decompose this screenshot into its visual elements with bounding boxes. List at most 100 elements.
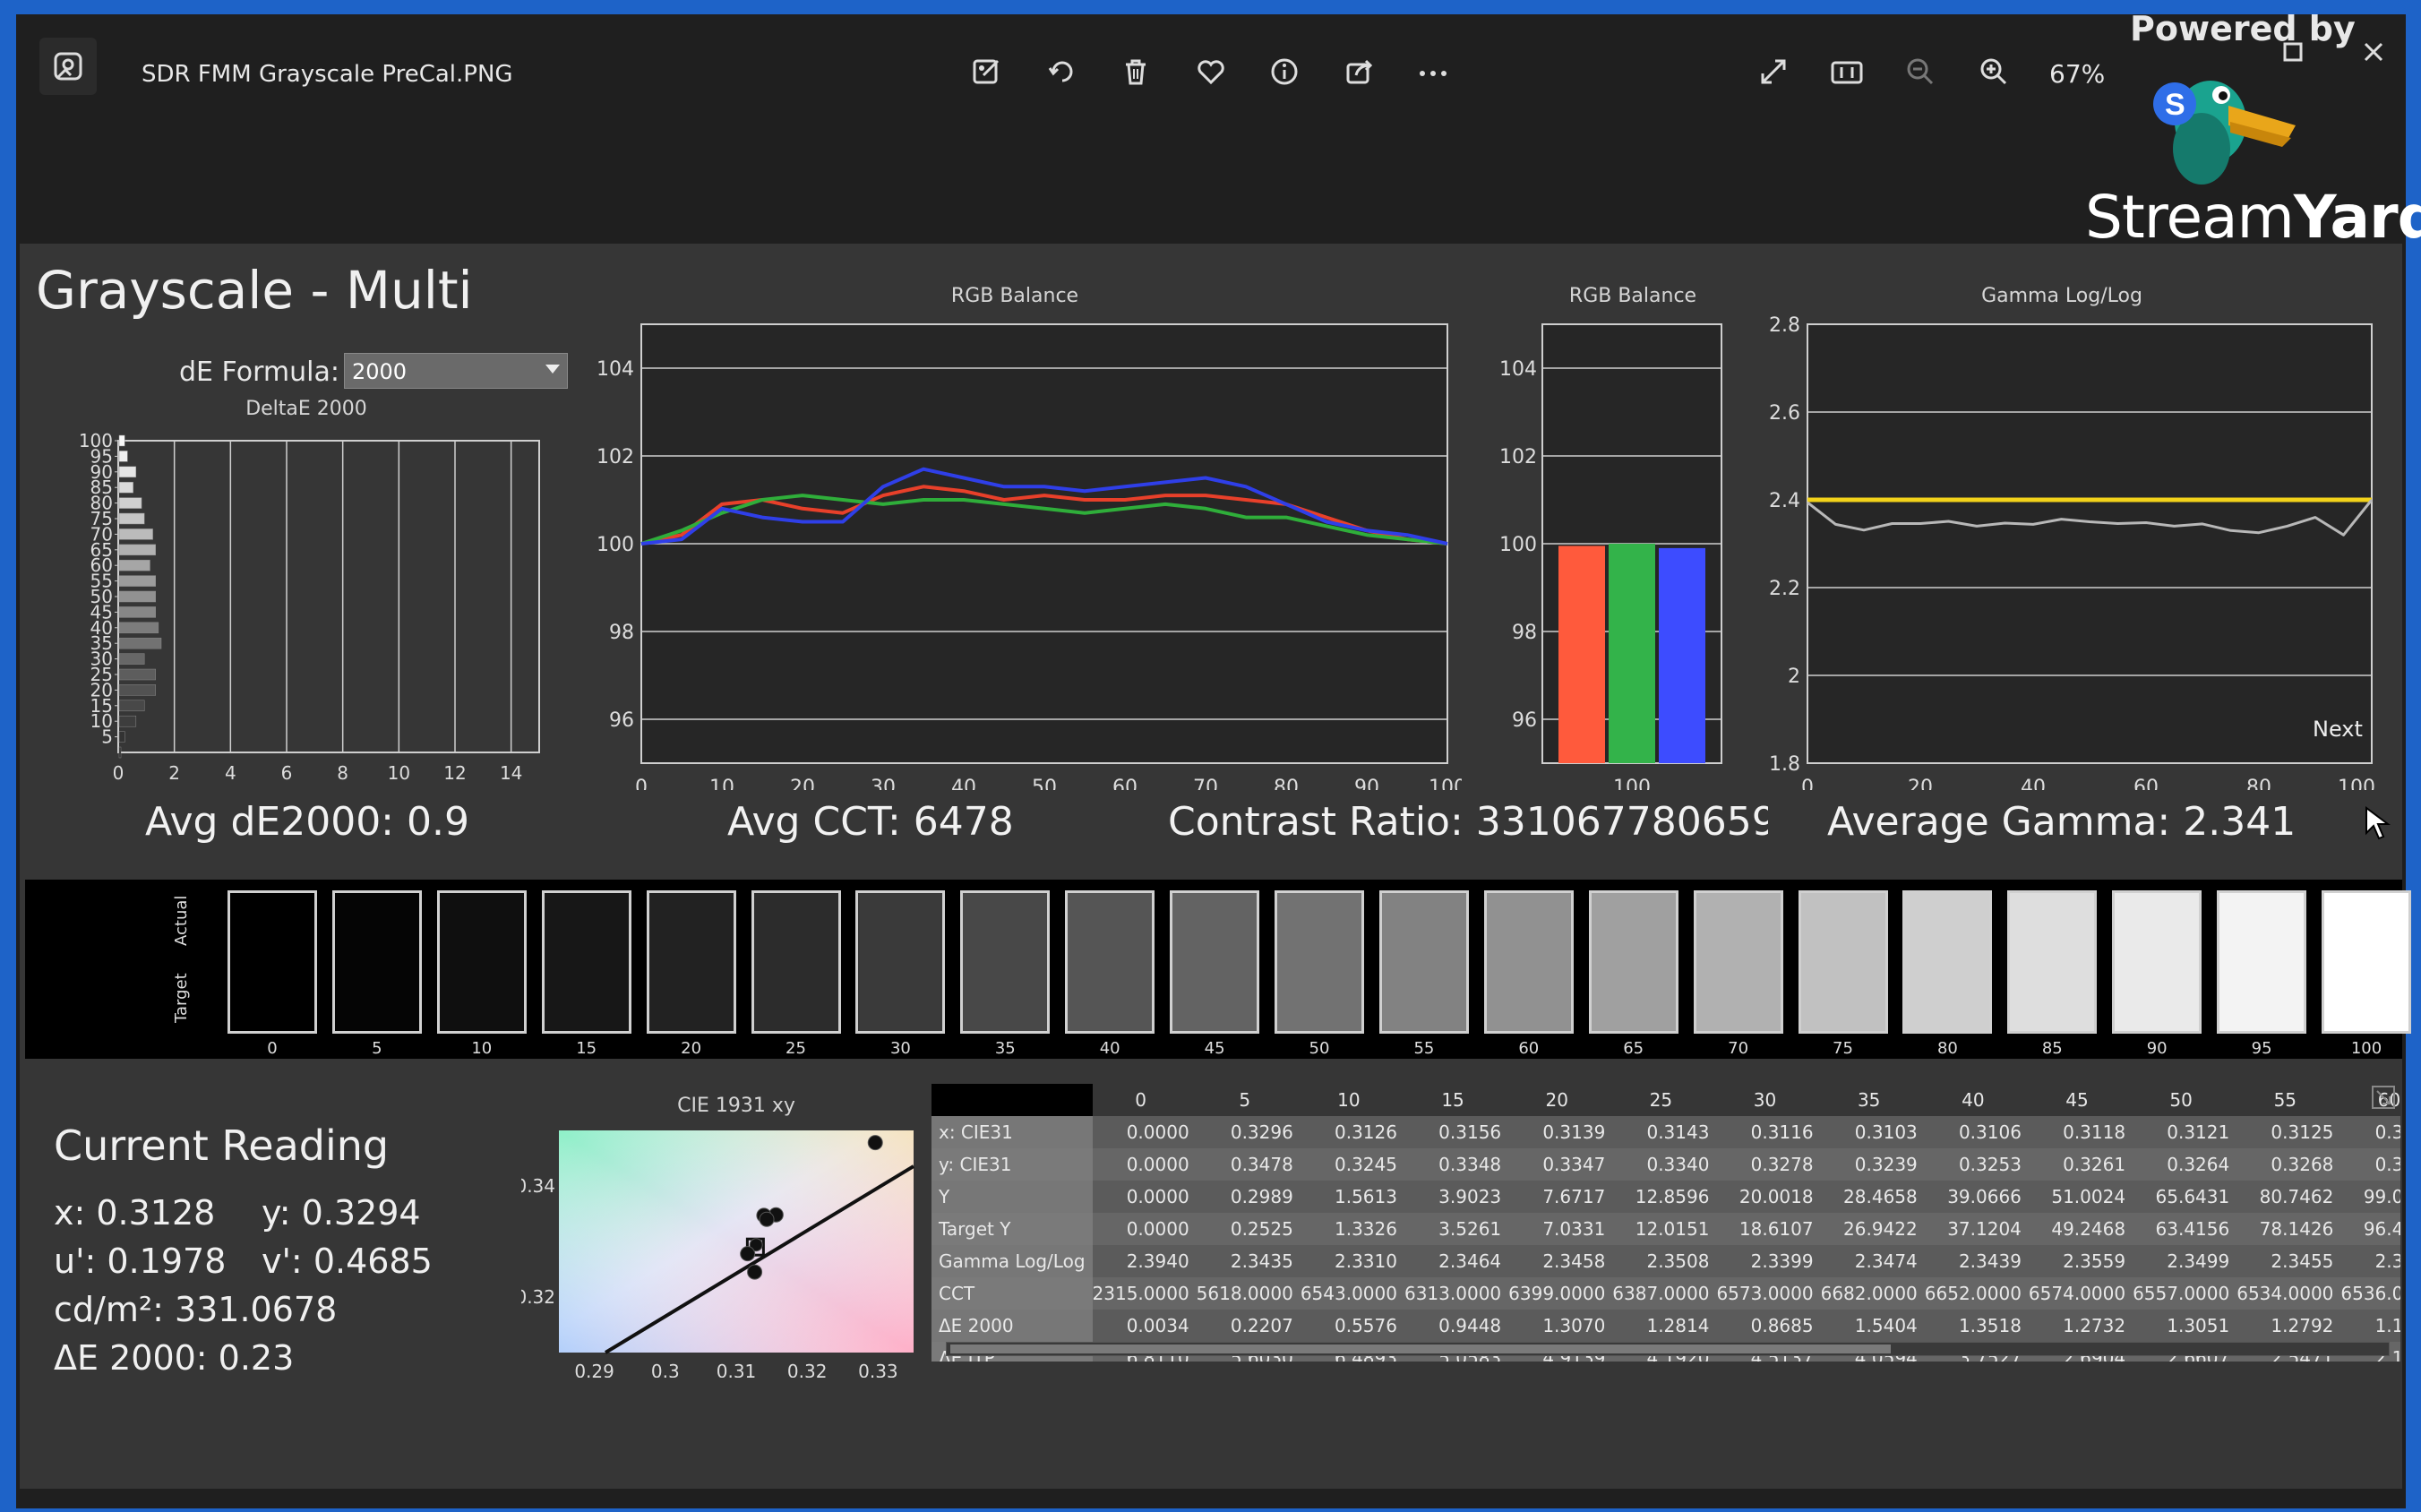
grayscale-swatch[interactable] (2112, 890, 2202, 1034)
grayscale-swatch[interactable] (2322, 890, 2411, 1034)
table-cell: 51.0024 (2028, 1181, 2133, 1213)
table-column-header[interactable]: 50 (2133, 1084, 2237, 1116)
resize-table-icon[interactable] (2370, 1084, 2397, 1111)
more-icon[interactable] (1413, 52, 1453, 91)
grayscale-swatch[interactable] (751, 890, 841, 1034)
table-column-header[interactable]: 5 (1196, 1084, 1301, 1116)
share-icon[interactable] (1340, 52, 1379, 91)
deltae-bar (118, 451, 128, 462)
table-row-label: Y (931, 1181, 1093, 1213)
grayscale-swatch[interactable] (1798, 890, 1888, 1034)
table-column-header[interactable]: 0 (1092, 1084, 1197, 1116)
table-column-header[interactable]: 20 (1508, 1084, 1613, 1116)
rgb-bar-y-tick: 102 (1499, 446, 1537, 468)
deltae-x-tick: 14 (500, 762, 522, 784)
table-cell: 0.2989 (1196, 1181, 1301, 1213)
table-row[interactable]: y: CIE31 0.0000 0.3478 0.3245 0.3348 0.3347 0.… (931, 1148, 2400, 1181)
scrollbar-thumb[interactable] (950, 1344, 1891, 1353)
grayscale-swatch[interactable] (1275, 890, 1364, 1034)
rgb-bar-y-tick: 98 (1512, 622, 1537, 644)
info-icon[interactable] (1265, 52, 1304, 91)
table-row-label: y: CIE31 (931, 1148, 1093, 1181)
avg-de-summary: Avg dE2000: 0.9 (145, 799, 469, 845)
table-column-header[interactable]: 15 (1404, 1084, 1509, 1116)
table-cell: 0.0000 (1092, 1116, 1197, 1148)
table-column-header[interactable]: 30 (1716, 1084, 1821, 1116)
delete-icon[interactable] (1116, 52, 1155, 91)
edit-icon[interactable] (967, 52, 1007, 91)
grayscale-swatch[interactable] (1378, 890, 1469, 1034)
table-cell: 2.3464 (1404, 1245, 1509, 1277)
rgb-y-tick: 100 (597, 534, 634, 556)
rgb-y-tick: 96 (609, 709, 634, 732)
table-cell: 0.2525 (1196, 1213, 1301, 1245)
table-row[interactable]: Y 0.0000 0.2989 1.5613 3.9023 7.6717 12.8596 20… (931, 1181, 2400, 1213)
grayscale-swatch[interactable] (541, 890, 631, 1034)
cie-chart-title: CIE 1931 xy (677, 1095, 795, 1117)
measurement-table: 05101520253035404550556065x: CIE310.0000… (931, 1084, 2400, 1362)
photos-app-icon[interactable] (39, 38, 97, 95)
grayscale-swatch[interactable] (228, 890, 317, 1034)
favorite-icon[interactable] (1191, 52, 1231, 91)
grayscale-swatch[interactable] (436, 890, 527, 1034)
gamma-x-tick: 40 (2021, 777, 2046, 790)
table-row[interactable]: x: CIE31 0.0000 0.3296 0.3126 0.3156 0.3139 0.… (931, 1116, 2400, 1148)
zoom-out-icon[interactable] (1901, 52, 1940, 91)
rgb-x-tick: 30 (871, 777, 896, 790)
swatch-label: 0 (267, 1039, 278, 1058)
grayscale-swatch[interactable] (1170, 890, 1260, 1034)
table-cell: 0.3156 (1404, 1116, 1509, 1148)
gamma-x-tick: 100 (2338, 777, 2375, 790)
grayscale-swatch[interactable] (855, 890, 946, 1034)
reading-x: x: 0.3128 (54, 1193, 216, 1233)
table-row[interactable]: ΔE 2000 0.0034 0.2207 0.5576 0.9448 1.3070 1.2… (931, 1310, 2400, 1342)
gamma-y-tick: 2.8 (1769, 314, 1800, 337)
table-column-header[interactable]: 45 (2028, 1084, 2133, 1116)
de-formula-dropdown[interactable]: 2000 (344, 353, 568, 389)
avg-cct-summary: Avg CCT: 6478 (727, 799, 1014, 845)
table-column-header[interactable]: 40 (1924, 1084, 2029, 1116)
table-scrollbar[interactable] (946, 1342, 2390, 1356)
rgb-y-tick: 104 (597, 358, 634, 381)
gamma-x-tick: 20 (1908, 777, 1933, 790)
grayscale-swatch[interactable] (2007, 890, 2098, 1034)
fullscreen-icon[interactable] (1754, 52, 1793, 91)
table-cell: 2.3439 (1924, 1245, 2029, 1277)
grayscale-swatch[interactable] (2217, 890, 2307, 1034)
table-cell: 1.3070 (1508, 1310, 1613, 1342)
gamma-chart: 1.8 2 2.2 2.4 2.6 2.8 0 20 40 60 80 100 (1769, 314, 2375, 790)
rotate-icon[interactable] (1043, 52, 1082, 91)
grayscale-swatch[interactable] (646, 890, 736, 1034)
table-column-header[interactable]: 55 (2236, 1084, 2341, 1116)
table-column-header[interactable]: 10 (1300, 1084, 1404, 1116)
zoom-in-icon[interactable] (1974, 52, 2013, 91)
grayscale-swatch[interactable] (1588, 890, 1678, 1034)
grayscale-swatch[interactable] (1693, 890, 1783, 1034)
grayscale-swatch[interactable] (960, 890, 1051, 1034)
measurement-grid: 05101520253035404550556065x: CIE310.0000… (931, 1084, 2400, 1362)
actual-size-icon[interactable] (1827, 52, 1867, 91)
table-cell: 1.5404 (1820, 1310, 1925, 1342)
table-row[interactable]: Gamma Log/Log 2.3940 2.3435 2.3310 2.3464 2.3… (931, 1245, 2400, 1277)
table-row[interactable]: Target Y 0.0000 0.2525 1.3326 3.5261 7.0331 12… (931, 1213, 2400, 1245)
grayscale-swatch[interactable] (1065, 890, 1155, 1034)
grayscale-swatch[interactable] (1902, 890, 1993, 1034)
deltae-bar (118, 622, 159, 634)
cie-xy-chart: 0.29 0.3 0.31 0.32 0.33 0.32 0.34 (521, 1130, 915, 1378)
table-row[interactable]: CCT 2315.0000 5618.0000 6543.0000 6313.0000 6… (931, 1277, 2400, 1310)
next-button[interactable]: Next (2313, 717, 2363, 742)
table-cell: 2.3499 (2133, 1245, 2237, 1277)
deltae-bar (118, 668, 156, 681)
table-column-header[interactable]: 25 (1612, 1084, 1717, 1116)
avg-gamma-summary: Average Gamma: 2.341 (1827, 799, 2297, 845)
rgb-bar-x-tick: 100 (1613, 777, 1651, 790)
table-cell: 0.3296 (1196, 1116, 1301, 1148)
table-cell: 1.3326 (1300, 1213, 1404, 1245)
grayscale-swatch[interactable] (1483, 890, 1574, 1034)
grayscale-swatch[interactable] (331, 890, 422, 1034)
table-cell: 1.1484 (2340, 1310, 2400, 1342)
cie-x-tick: 0.32 (787, 1361, 828, 1378)
cie-measured-point (759, 1211, 775, 1227)
table-column-header[interactable]: 35 (1820, 1084, 1925, 1116)
reading-y: y: 0.3294 (262, 1193, 421, 1233)
